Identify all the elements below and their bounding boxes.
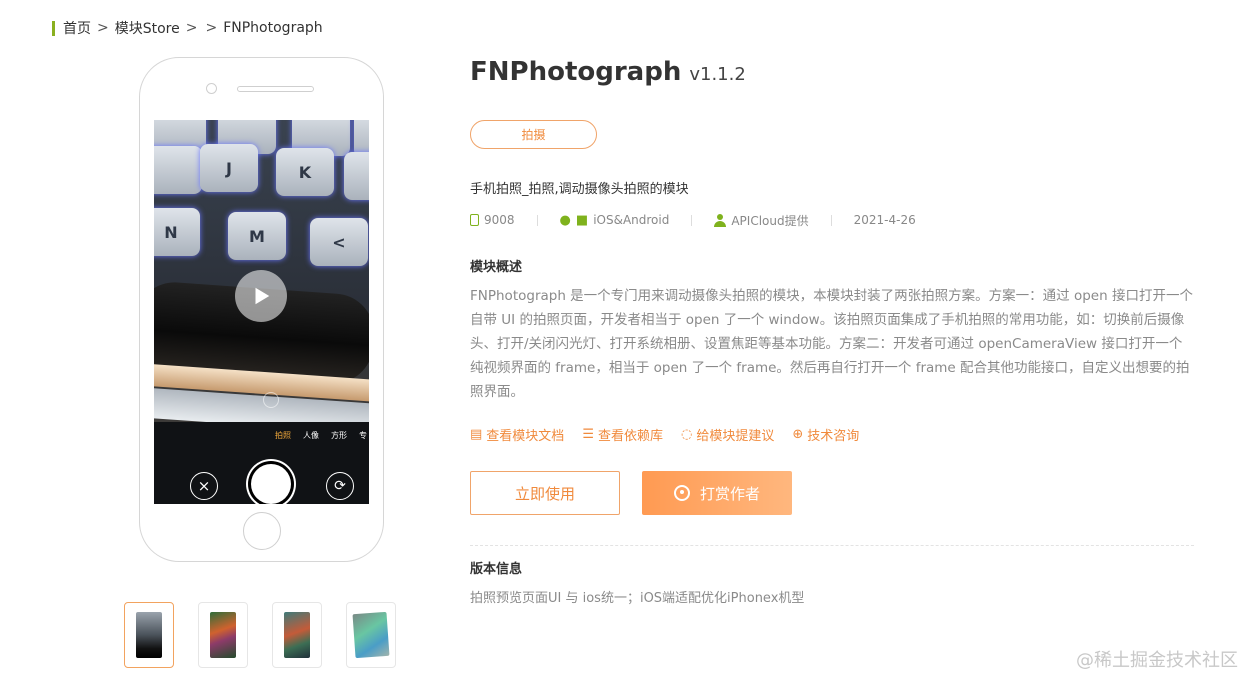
thumbnail-3[interactable]	[272, 602, 322, 668]
user-icon	[714, 213, 727, 227]
list-icon: ☰	[582, 427, 594, 442]
view-docs-link[interactable]: ▤ 查看模块文档	[470, 425, 564, 444]
keyboard-key	[344, 152, 369, 200]
provider-text: APICloud提供	[731, 213, 809, 228]
tip-author-button[interactable]: 打赏作者	[642, 471, 792, 515]
camera-mode-square: 方形	[331, 431, 347, 440]
consult-link[interactable]: ⊕ 技术咨询	[792, 425, 859, 444]
suggest-link[interactable]: ◌ 给模块提建议	[681, 425, 774, 444]
module-links: ▤ 查看模块文档 ☰ 查看依赖库 ◌ 给模块提建议 ⊕ 技术咨询	[470, 425, 859, 444]
use-now-button[interactable]: 立即使用	[470, 471, 620, 515]
key-label: N	[164, 222, 178, 242]
module-short-description: 手机拍照_拍照,调动摄像头拍照的模块	[470, 182, 689, 197]
update-date: 2021-4-26	[853, 213, 916, 227]
keyboard-key: N	[154, 208, 200, 256]
section-divider	[470, 545, 1194, 546]
focus-ring-icon	[263, 392, 279, 408]
version-info-heading: 版本信息	[470, 562, 523, 577]
module-meta: 9008 ● ■ iOS&Android APICloud提供 2021-4-2…	[470, 212, 916, 228]
breadcrumb-home-link[interactable]: 首页	[63, 18, 91, 38]
keyboard-key: M	[228, 212, 286, 260]
key-label: <	[332, 232, 346, 252]
phone-preview-frame: J K N M < 拍照 人像 方形 专 × ⟳	[139, 57, 384, 562]
tip-author-label: 打赏作者	[699, 484, 760, 503]
android-icon: ■	[575, 212, 589, 228]
suggest-label: 给模块提建议	[696, 429, 775, 444]
phone-camera-icon	[206, 83, 217, 94]
screenshot-thumbnails	[124, 602, 396, 668]
breadcrumb: 首页 > 模块Store > > FNPhotograph	[52, 19, 323, 37]
camera-mode-strip: 拍照 人像 方形 专	[154, 430, 369, 441]
keyboard-key: J	[200, 144, 258, 192]
meta-divider	[536, 214, 538, 226]
downloads-meta: 9008	[470, 213, 515, 227]
thumbnail-image	[284, 612, 310, 658]
document-icon: ▤	[470, 427, 483, 442]
reward-icon	[673, 485, 690, 501]
keyboard-key	[154, 146, 202, 194]
platform-meta: ● ■ iOS&Android	[560, 213, 670, 228]
breadcrumb-current: FNPhotograph	[223, 20, 323, 36]
overview-text: FNPhotograph 是一个专门用来调动摄像头拍照的模块，本模块封装了两张拍…	[470, 288, 1193, 400]
phone-speaker-icon	[237, 86, 314, 92]
meta-divider	[830, 214, 832, 226]
module-version: v1.1.2	[689, 64, 746, 85]
preview-video[interactable]: J K N M <	[154, 120, 369, 422]
thumbnail-image	[210, 612, 236, 658]
key-label: K	[298, 162, 312, 182]
key-label: M	[249, 226, 265, 246]
apple-icon: ●	[559, 212, 571, 228]
phone-icon	[470, 214, 479, 226]
breadcrumb-separator: >	[97, 20, 109, 36]
view-deps-label: 查看依赖库	[597, 429, 663, 444]
view-docs-label: 查看模块文档	[486, 429, 565, 444]
phone-screen: J K N M < 拍照 人像 方形 专 × ⟳	[154, 120, 369, 504]
provider-meta: APICloud提供	[714, 212, 809, 229]
platform-text: iOS&Android	[593, 213, 670, 227]
play-triangle-icon	[255, 287, 270, 305]
overview-heading: 模块概述	[470, 260, 523, 275]
category-tag[interactable]: 拍摄	[470, 120, 597, 149]
phone-home-button-icon	[243, 512, 281, 550]
breadcrumb-separator: >	[185, 20, 198, 36]
support-icon: ⊕	[792, 427, 804, 442]
breadcrumb-accent-bar	[52, 20, 55, 36]
view-deps-link[interactable]: ☰ 查看依赖库	[582, 425, 663, 444]
thumbnail-4[interactable]	[346, 602, 396, 668]
version-info-text: 拍照预览页面UI 与 ios统一；iOS端适配优化iPhonex机型	[470, 591, 805, 606]
breadcrumb-separator: >	[205, 20, 218, 36]
meta-divider	[691, 214, 693, 226]
keyboard-key: K	[276, 148, 334, 196]
watermark: @稀土掘金技术社区	[1076, 650, 1238, 671]
consult-label: 技术咨询	[807, 429, 860, 444]
thumbnail-image	[136, 612, 162, 658]
chat-bubble-icon: ◌	[680, 427, 693, 442]
camera-mode-pro: 专	[359, 431, 367, 440]
downloads-count: 9008	[484, 213, 515, 227]
key-label: J	[226, 158, 232, 178]
date-meta: 2021-4-26	[854, 213, 916, 227]
camera-mode-portrait: 人像	[303, 431, 319, 440]
thumbnail-2[interactable]	[198, 602, 248, 668]
title-row: FNPhotograph v1.1.2	[470, 57, 746, 87]
switch-camera-icon: ⟳	[326, 472, 354, 500]
thumbnail-image	[352, 611, 390, 659]
camera-controls: × ⟳	[154, 464, 369, 504]
shutter-icon	[251, 464, 291, 504]
keyboard-key: <	[310, 218, 368, 266]
play-icon[interactable]	[235, 270, 287, 322]
module-title: FNPhotograph	[470, 57, 682, 87]
thumbnail-1[interactable]	[124, 602, 174, 668]
breadcrumb-store-link[interactable]: 模块Store	[115, 18, 180, 38]
camera-mode-photo: 拍照	[275, 431, 291, 440]
close-icon: ×	[190, 472, 218, 500]
